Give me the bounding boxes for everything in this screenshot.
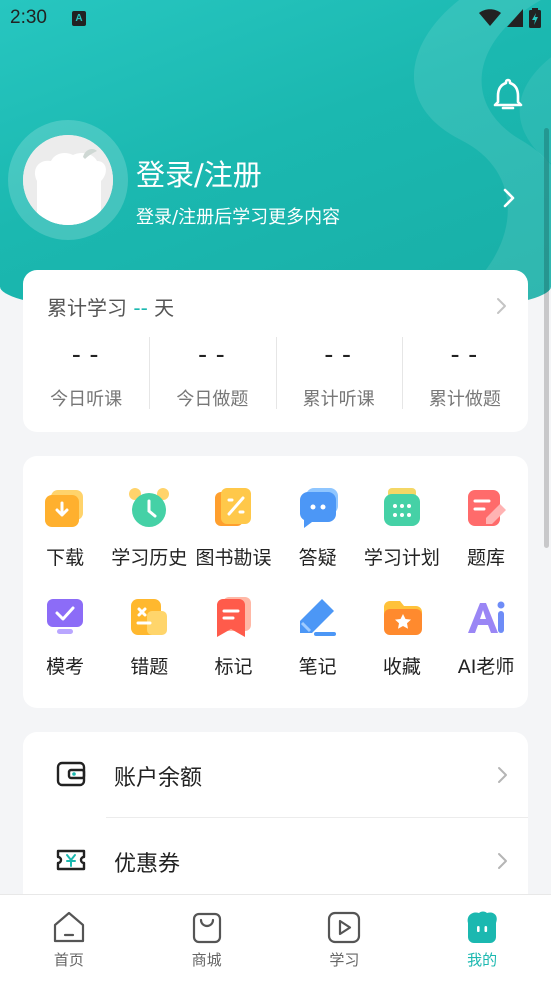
- status-icons: [479, 8, 541, 28]
- chevron-right-icon: [498, 853, 507, 869]
- stats-head-suffix: 天: [154, 296, 175, 320]
- stat-value: --: [68, 340, 104, 370]
- feature-label: 下载: [46, 547, 85, 569]
- login-register-title[interactable]: 登录/注册: [136, 152, 262, 194]
- feature-label: 学习计划: [363, 547, 440, 569]
- avatar[interactable]: [23, 135, 113, 225]
- list-item-coupons[interactable]: 优惠券: [23, 818, 528, 904]
- feature-study-history[interactable]: 学习历史: [107, 486, 191, 570]
- feature-label: 答疑: [298, 547, 337, 569]
- feature-download[interactable]: 下载: [23, 486, 107, 570]
- tab-mine[interactable]: 我的: [413, 895, 551, 981]
- feature-bookmark[interactable]: 标记: [191, 595, 275, 679]
- account-list-card: 账户余额 优惠券: [23, 732, 528, 912]
- login-register-subtitle: 登录/注册后学习更多内容: [136, 207, 341, 228]
- stat-label: 今日做题: [176, 389, 249, 410]
- bookmark-icon: [217, 597, 252, 637]
- feature-mock-exam[interactable]: 模考: [23, 595, 107, 679]
- study-stats-card[interactable]: 累计学习 -- 天 -- 今日听课 -- 今日做题 -- 累计听课 -- 累计做…: [23, 270, 528, 432]
- stat-total-lessons: -- 累计听课: [275, 335, 402, 411]
- book-errata-icon: [215, 488, 252, 526]
- default-avatar-icon: [23, 135, 113, 225]
- chat-bubble-icon: [299, 488, 338, 528]
- status-time: 2:30: [10, 7, 47, 28]
- stats-head-prefix: 累计学习: [47, 296, 127, 320]
- download-icon: [45, 490, 84, 527]
- notification-app-icon: A: [72, 11, 86, 26]
- home-icon: [53, 911, 84, 943]
- chevron-right-icon[interactable]: [498, 186, 520, 210]
- stat-value: --: [447, 340, 483, 370]
- stat-label: 累计做题: [428, 389, 501, 410]
- list-item-account-balance[interactable]: 账户余额: [23, 732, 528, 818]
- wallet-icon: [56, 761, 86, 787]
- feature-grid-card: 下载 学习历史 图书勘误 答疑 学习计划 题库 模考 错题 标记 笔记 收藏 A…: [23, 456, 528, 708]
- chevron-right-icon: [498, 767, 507, 783]
- question-bank-icon: [468, 490, 507, 526]
- status-bar: 2:30 A: [0, 0, 551, 38]
- feature-label: AI老师: [457, 656, 515, 678]
- feature-favorites[interactable]: 收藏: [360, 595, 444, 679]
- chevron-right-icon[interactable]: [494, 296, 508, 316]
- stat-value: --: [194, 340, 231, 370]
- bottom-tab-bar: 首页 商城 学习 我的: [0, 894, 551, 981]
- profile-face-icon: [467, 911, 497, 943]
- list-item-label: 优惠券: [114, 852, 181, 877]
- stats-head-days: --: [133, 296, 148, 320]
- star-folder-icon: [383, 601, 422, 635]
- tab-label: 商城: [191, 951, 222, 969]
- feature-study-plan[interactable]: 学习计划: [360, 486, 444, 570]
- feature-label: 题库: [467, 547, 506, 569]
- tab-study[interactable]: 学习: [276, 895, 414, 981]
- stat-total-questions: -- 累计做题: [401, 335, 528, 411]
- feature-label: 图书勘误: [195, 547, 272, 569]
- feature-label: 模考: [46, 656, 85, 678]
- feature-label: 收藏: [382, 656, 421, 678]
- play-icon: [328, 911, 361, 944]
- pen-note-icon: [299, 599, 336, 636]
- feature-notes[interactable]: 笔记: [276, 595, 360, 679]
- feature-ai-teacher[interactable]: AI老师: [444, 595, 528, 679]
- tab-label: 学习: [329, 951, 360, 969]
- ai-icon: [468, 601, 505, 633]
- wrong-questions-icon: [131, 599, 168, 635]
- wifi-icon: [479, 9, 501, 26]
- scrollbar[interactable]: [544, 128, 549, 548]
- stat-label: 累计听课: [302, 389, 375, 410]
- notification-bell-icon[interactable]: [490, 77, 526, 113]
- feature-label: 笔记: [298, 656, 337, 678]
- feature-wrong-questions[interactable]: 错题: [107, 595, 191, 679]
- feature-qa[interactable]: 答疑: [276, 486, 360, 570]
- tab-label: 我的: [467, 951, 498, 969]
- feature-book-errata[interactable]: 图书勘误: [191, 486, 275, 570]
- monitor-check-icon: [47, 599, 84, 634]
- feature-label: 学习历史: [111, 547, 188, 569]
- battery-icon: [529, 8, 541, 28]
- alarm-clock-icon: [129, 488, 170, 527]
- coupon-icon: [56, 849, 86, 871]
- cumulative-study-heading: 累计学习 -- 天: [47, 292, 174, 321]
- feature-grid: 下载 学习历史 图书勘误 答疑 学习计划 题库 模考 错题 标记 笔记 收藏 A…: [23, 486, 528, 679]
- cell-signal-icon: [507, 9, 523, 27]
- tab-label: 首页: [53, 951, 84, 969]
- stats-columns: -- 今日听课 -- 今日做题 -- 累计听课 -- 累计做题: [23, 335, 528, 411]
- stat-today-lessons: -- 今日听课: [23, 335, 149, 411]
- tab-mall[interactable]: 商城: [138, 895, 276, 981]
- stat-value: --: [320, 340, 357, 370]
- calendar-icon: [383, 488, 420, 526]
- feature-label: 错题: [130, 656, 169, 678]
- stat-today-questions: -- 今日做题: [149, 335, 275, 411]
- feature-label: 标记: [214, 656, 253, 678]
- list-item-label: 账户余额: [114, 766, 203, 791]
- feature-question-bank[interactable]: 题库: [444, 486, 528, 570]
- stat-label: 今日听课: [50, 389, 123, 410]
- shopping-bag-icon: [192, 912, 221, 944]
- tab-home[interactable]: 首页: [0, 895, 138, 981]
